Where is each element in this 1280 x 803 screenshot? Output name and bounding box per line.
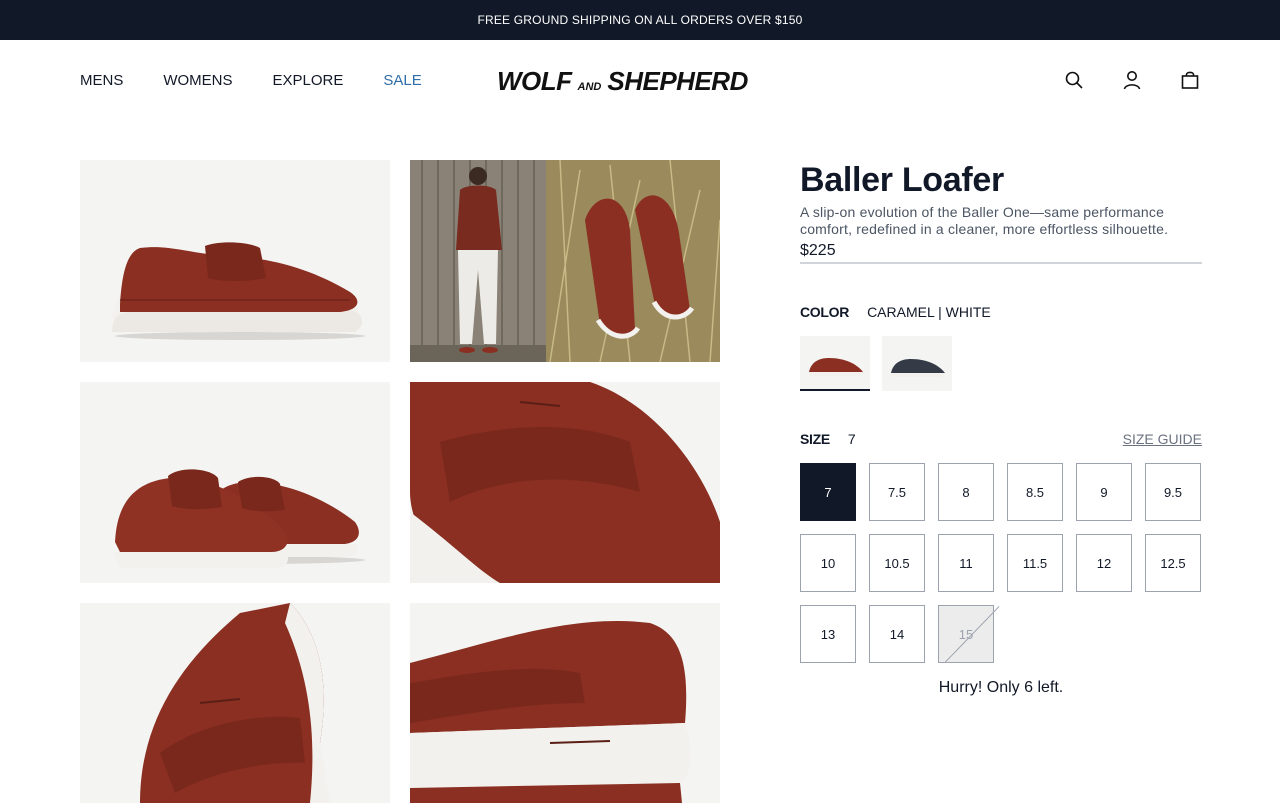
size-selected-value: 7 xyxy=(847,431,856,447)
nav-explore[interactable]: EXPLORE xyxy=(273,72,344,89)
site-header: MENS WOMENS EXPLORE SALE WOLF AND SHEPHE… xyxy=(0,40,1280,120)
swatch-caramel-white[interactable] xyxy=(800,336,870,391)
search-icon[interactable] xyxy=(1064,70,1084,90)
brand-logo[interactable]: WOLF AND SHEPHERD xyxy=(497,66,785,96)
color-label: COLOR xyxy=(800,304,850,320)
size-option[interactable]: 9.5 xyxy=(1145,463,1201,521)
size-option-sold-out: 15 xyxy=(938,605,994,663)
shopping-bag-icon[interactable] xyxy=(1180,70,1200,90)
product-info: Baller Loafer A slip-on evolution of the… xyxy=(800,160,1202,697)
header-actions xyxy=(1064,40,1200,120)
product-image-detail-toe[interactable] xyxy=(410,382,720,583)
color-row: COLOR CARAMEL | WHITE xyxy=(800,304,1202,320)
product-price: $225 xyxy=(800,242,1202,264)
nav-womens[interactable]: WOMENS xyxy=(163,72,232,89)
size-option[interactable]: 13 xyxy=(800,605,856,663)
swatch-navy[interactable] xyxy=(882,336,952,391)
logo-shepherd: SHEPHERD xyxy=(607,66,748,96)
size-row: SIZE 7 SIZE GUIDE xyxy=(800,431,1202,447)
product-image-lifestyle[interactable] xyxy=(410,160,720,362)
size-option[interactable]: 7 xyxy=(800,463,856,521)
size-option[interactable]: 11.5 xyxy=(1007,534,1063,592)
stock-message: Hurry! Only 6 left. xyxy=(938,679,1064,696)
announcement-bar: FREE GROUND SHIPPING ON ALL ORDERS OVER … xyxy=(0,0,1280,40)
size-option[interactable]: 9 xyxy=(1076,463,1132,521)
size-option[interactable]: 12.5 xyxy=(1145,534,1201,592)
product-image-detail-strap[interactable] xyxy=(80,603,390,803)
logo-wolf: WOLF xyxy=(497,66,572,96)
product-description: A slip-on evolution of the Baller One—sa… xyxy=(800,204,1169,237)
size-option[interactable]: 8.5 xyxy=(1007,463,1063,521)
size-grid: 7 7.5 8 8.5 9 9.5 10 10.5 11 11.5 12 12.… xyxy=(800,463,1202,663)
color-value: CARAMEL | WHITE xyxy=(867,304,991,320)
product-image-detail-heel[interactable] xyxy=(410,603,720,803)
logo-and: AND xyxy=(577,81,602,93)
product-image-pair[interactable] xyxy=(80,382,390,583)
user-icon[interactable] xyxy=(1122,70,1142,90)
main-nav: MENS WOMENS EXPLORE SALE xyxy=(80,40,422,120)
nav-mens[interactable]: MENS xyxy=(80,72,123,89)
color-swatches xyxy=(800,336,1202,391)
size-option[interactable]: 14 xyxy=(869,605,925,663)
size-option[interactable]: 11 xyxy=(938,534,994,592)
size-option[interactable]: 12 xyxy=(1076,534,1132,592)
size-option[interactable]: 10 xyxy=(800,534,856,592)
size-label: SIZE xyxy=(800,431,830,447)
size-option[interactable]: 10.5 xyxy=(869,534,925,592)
product-image-side[interactable] xyxy=(80,160,390,362)
size-option[interactable]: 8 xyxy=(938,463,994,521)
size-guide-link[interactable]: SIZE GUIDE xyxy=(1123,431,1202,447)
announcement-text: FREE GROUND SHIPPING ON ALL ORDERS OVER … xyxy=(477,13,803,27)
size-option[interactable]: 7.5 xyxy=(869,463,925,521)
nav-sale[interactable]: SALE xyxy=(383,72,421,89)
product-title: Baller Loafer xyxy=(800,161,1004,199)
